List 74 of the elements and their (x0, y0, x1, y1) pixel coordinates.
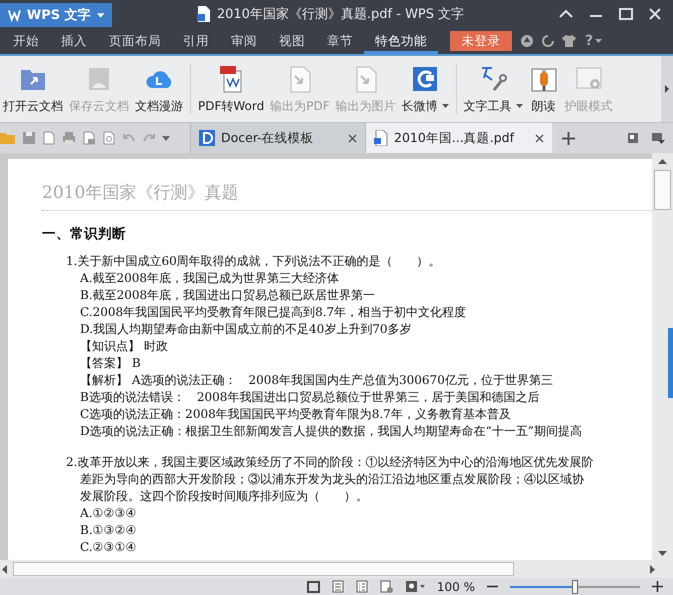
logo-icon (8, 8, 21, 22)
document-icon (196, 6, 211, 22)
document-text: D选项的说法正确：根据卫生部新闻发言人提供的数据，我国人均期望寿命在“十一五”期间提高 (79, 423, 583, 440)
close-icon[interactable] (348, 134, 357, 142)
docer-icon (199, 130, 215, 146)
document-text: C选项的说法正确：2008年我国国民平均受教育年限为8.7年，义务教育基本普及 (79, 406, 512, 423)
section-heading: 一、常识判断 (42, 225, 127, 243)
document-text: B选项的说法错误： 2008年我国进出口贸易总额位于世界第三，居于美国和德国之后 (79, 389, 540, 406)
document-tab[interactable]: Docer-在线模板 (190, 123, 365, 153)
question-text: 2.改革开放以来，我国主要区域政策经历了不同的阶段：①以经济特区为中心的沿海地区优先发展阶 (65, 454, 594, 471)
app-menu-button[interactable]: WPS 文字 (0, 3, 112, 27)
horizontal-scrollbar[interactable] (0, 560, 673, 578)
document-text: C.2008年我国国民平均受教育年限已提高到8.7年，相当于初中文化程度 (79, 304, 468, 321)
tab-label: 2010年国...真题.pdf (394, 130, 516, 146)
page-marker (668, 328, 673, 398)
menu-tab[interactable]: 插入 (50, 28, 98, 54)
ribbon-button[interactable]: 文档漫游 (132, 56, 186, 122)
scrollbar-thumb[interactable] (654, 170, 671, 210)
slider-thumb[interactable] (572, 580, 578, 594)
web-view-icon[interactable] (380, 580, 393, 593)
ribbon-button[interactable]: 朗读 (526, 56, 562, 122)
document-text: 【答案】 B (79, 355, 142, 372)
menu-tab[interactable]: 开始 (2, 28, 50, 54)
collapse-icon[interactable] (559, 9, 573, 19)
ribbon-button[interactable]: 长微博 (398, 56, 452, 122)
menu-tab[interactable]: 章节 (316, 28, 364, 54)
document-text: C.②③①④ (79, 539, 138, 556)
question-text: 发展阶段。这四个阶段按时间顺序排列应为（ ）。 (79, 488, 369, 505)
menu-tab[interactable]: 视图 (268, 28, 316, 54)
document-text: B.①③②④ (79, 522, 138, 539)
caret-icon (96, 12, 104, 18)
scrollbar-thumb[interactable] (13, 562, 514, 576)
document-text: D.我国人均期望寿命由新中国成立前的不足40岁上升到70多岁 (79, 321, 413, 338)
preview-icon[interactable] (102, 131, 116, 145)
scroll-right-icon[interactable] (650, 564, 655, 574)
zoom-in-icon[interactable] (652, 581, 663, 592)
refresh-icon[interactable] (541, 34, 555, 48)
document-text: 【解析】 A选项的说法正确： 2008年我国国内生产总值为300670亿元，位于世界第三 (79, 372, 554, 389)
maximize-icon[interactable] (619, 8, 633, 20)
window-icon[interactable] (627, 132, 639, 144)
document-text: A.①②③④ (79, 505, 138, 522)
question-text: 1.关于新中国成立60周年取得的成就，下列说法不正确的是（ ）。 (65, 253, 442, 270)
document-text: A.截至2008年底，我国已成为世界第三大经济体 (79, 270, 340, 287)
shirt-icon[interactable] (562, 34, 576, 48)
question-text: 差距为导向的西部大开发阶段；③以浦东开发为龙头的沿江沿边地区重点发展阶段；④以区域协 (79, 471, 585, 488)
zoom-level: 100 % (436, 580, 475, 594)
plus-icon[interactable] (562, 132, 575, 144)
fullscreen-icon[interactable] (306, 580, 320, 592)
window-menu-icon[interactable] (651, 132, 665, 144)
caret-icon[interactable] (162, 136, 170, 140)
scroll-up-icon[interactable] (658, 159, 667, 164)
document-text: B.截至2008年底，我国进出口贸易总额已跃居世界第一 (79, 287, 376, 304)
caret-icon[interactable] (595, 39, 602, 43)
scroll-down-icon[interactable] (658, 551, 667, 556)
document-title: 2010年国家《行测》真题 (42, 181, 652, 211)
document-icon (374, 130, 388, 146)
window-title: 2010年国家《行测》真题.pdf - WPS 文字 (216, 6, 464, 23)
close-icon[interactable] (535, 134, 544, 142)
tab-label: Docer-在线模板 (221, 130, 315, 146)
document-text: 【知识点】 时政 (79, 338, 169, 355)
outline-view-icon[interactable] (356, 580, 368, 593)
menu-tab[interactable]: 页面布局 (98, 28, 172, 54)
ribbon-button[interactable]: 打开云文档 (0, 56, 66, 122)
print-preview-icon[interactable] (82, 131, 96, 145)
ribbon-button[interactable]: PDF转Word (195, 56, 268, 122)
export-icon[interactable] (42, 131, 56, 145)
page-view-icon[interactable] (332, 580, 344, 593)
vertical-scrollbar[interactable] (652, 153, 673, 560)
menu-tab[interactable]: 审阅 (220, 28, 268, 54)
menu-tab[interactable]: 引用 (172, 28, 220, 54)
ribbon-button[interactable]: 文字工具 (460, 56, 526, 122)
document-tab[interactable]: 2010年国...真题.pdf (365, 123, 552, 153)
scroll-left-icon[interactable] (2, 564, 7, 574)
help-button[interactable]: ? (583, 33, 596, 49)
